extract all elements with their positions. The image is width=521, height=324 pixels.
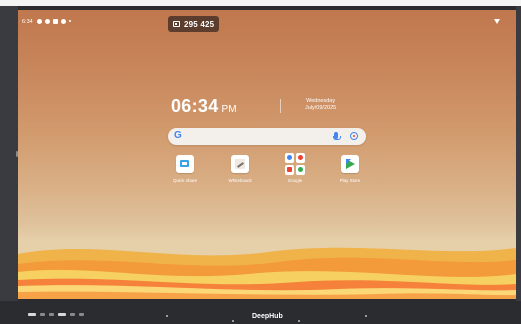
app-label: Whiteboard bbox=[228, 178, 252, 183]
taskbar-left-controls[interactable] bbox=[28, 313, 84, 316]
date-widget: Wednesday July/09/2025 bbox=[305, 98, 336, 112]
heart-icon bbox=[45, 18, 50, 24]
dot-icon bbox=[69, 20, 71, 22]
square-icon bbox=[53, 18, 58, 24]
taskbar-mark bbox=[232, 320, 234, 322]
app-play-store[interactable]: Play Store bbox=[330, 155, 370, 183]
app-label: Play Store bbox=[339, 178, 361, 183]
mic-icon[interactable] bbox=[333, 132, 341, 140]
status-time: 6:34 bbox=[22, 19, 33, 25]
taskbar-item[interactable] bbox=[79, 313, 84, 316]
settings-icon bbox=[37, 18, 42, 24]
google-logo: G bbox=[174, 130, 182, 141]
taskbar-item[interactable] bbox=[70, 313, 75, 316]
clock-time: 06:34 bbox=[171, 96, 219, 116]
display-device: 6:34 295 425 06:34 PM Wednesday July/09/2… bbox=[0, 0, 521, 324]
wifi-icon[interactable] bbox=[494, 19, 500, 24]
clock-ampm: PM bbox=[221, 104, 237, 115]
app-label: Quick share bbox=[172, 178, 197, 183]
page-top-edge bbox=[0, 0, 521, 6]
date-weekday: Wednesday bbox=[306, 98, 336, 104]
taskbar-mark bbox=[166, 315, 168, 317]
cast-code: 295 425 bbox=[184, 19, 215, 29]
menu-icon[interactable] bbox=[28, 313, 36, 316]
cast-code-pill[interactable]: 295 425 bbox=[168, 16, 219, 32]
whiteboard-icon bbox=[231, 155, 249, 173]
google-search-bar[interactable]: G bbox=[168, 128, 366, 145]
wallpaper-waves bbox=[18, 247, 516, 299]
app-whiteboard[interactable]: Whiteboard bbox=[220, 155, 260, 183]
date-value: July/09/2025 bbox=[305, 105, 337, 111]
home-screen: 6:34 295 425 06:34 PM Wednesday July/09/2… bbox=[18, 10, 516, 299]
bottom-taskbar: DeepHub bbox=[0, 301, 521, 324]
cast-icon bbox=[173, 21, 180, 27]
taskbar-item[interactable] bbox=[58, 313, 66, 316]
clock-widget[interactable]: 06:34 PM bbox=[171, 96, 237, 117]
app-label: Google bbox=[287, 178, 303, 183]
taskbar-mark bbox=[365, 315, 367, 317]
clock-divider bbox=[280, 99, 281, 113]
taskbar-mark bbox=[298, 320, 300, 322]
app-google-folder[interactable]: Google bbox=[275, 153, 315, 183]
google-folder-icon bbox=[285, 153, 305, 175]
clock-icon bbox=[61, 18, 66, 24]
quick-share-icon bbox=[176, 155, 194, 173]
right-bezel bbox=[516, 6, 521, 301]
lens-icon[interactable] bbox=[350, 132, 358, 140]
taskbar-item[interactable] bbox=[40, 313, 45, 316]
status-icons bbox=[37, 17, 71, 25]
brand-label: DeepHub bbox=[252, 313, 283, 320]
play-store-icon bbox=[341, 155, 359, 173]
app-quick-share[interactable]: Quick share bbox=[165, 155, 205, 183]
taskbar-item[interactable] bbox=[49, 313, 54, 316]
